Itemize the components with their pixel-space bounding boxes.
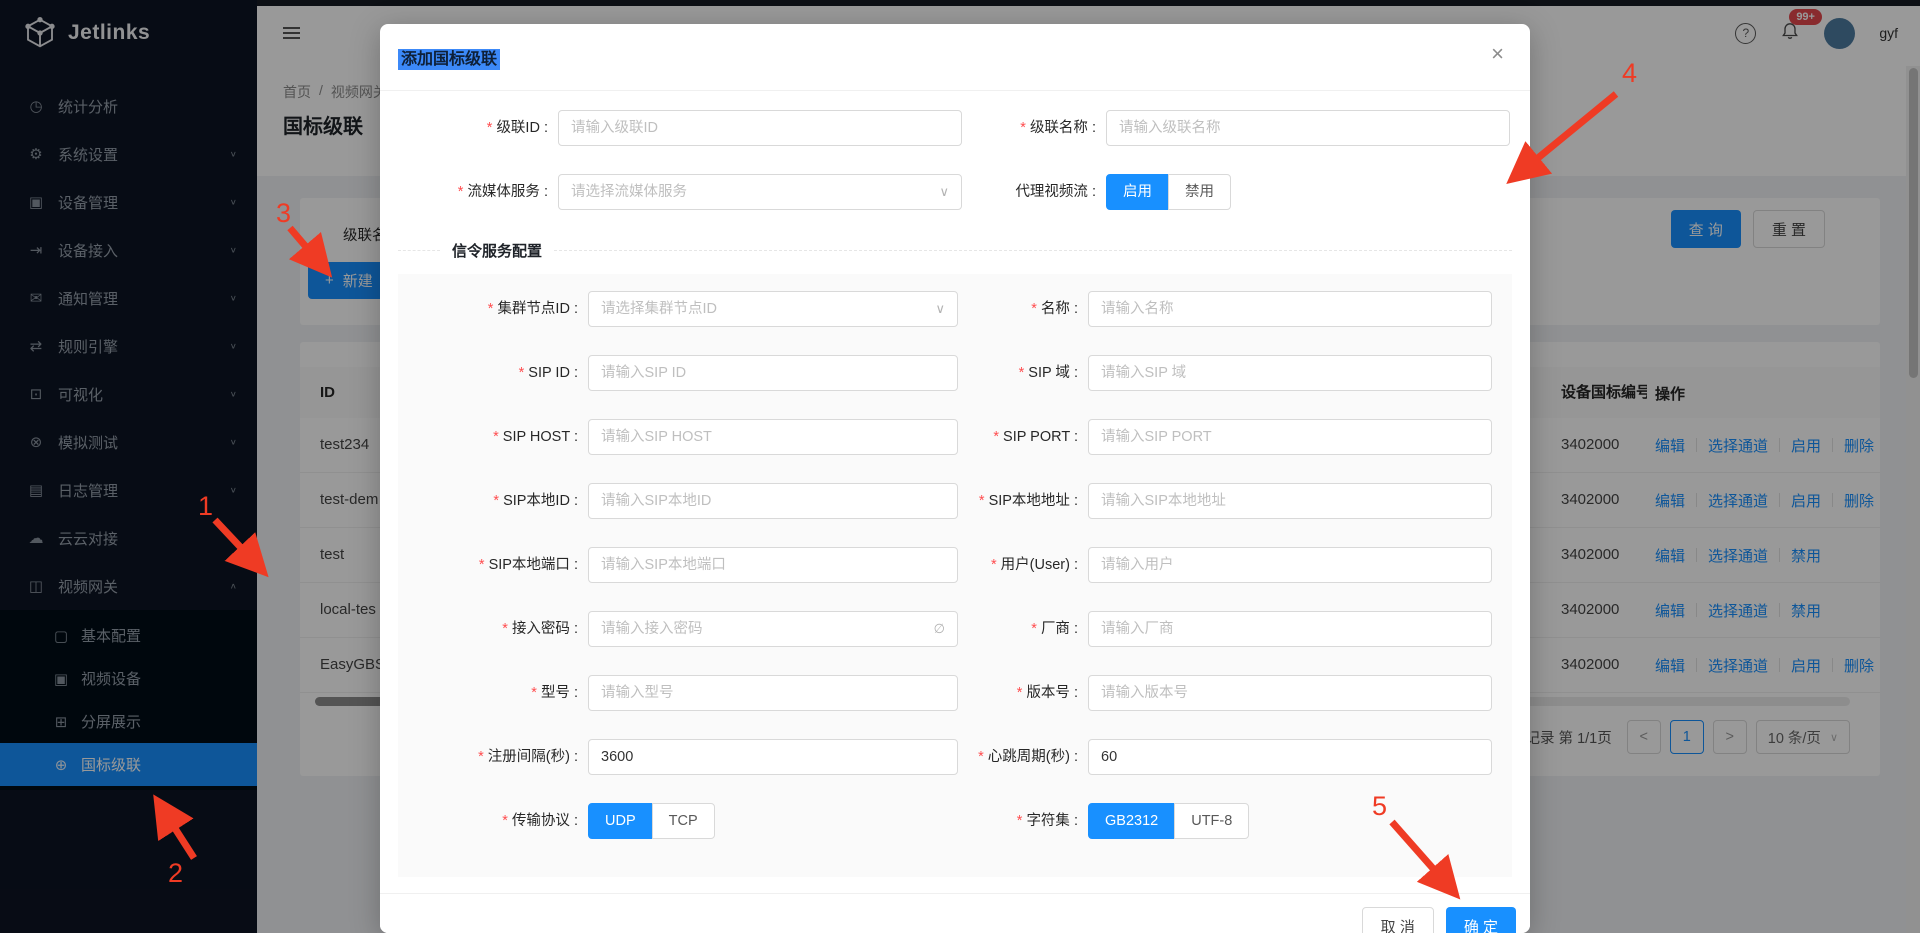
input-field[interactable]: 请输入用户: [1088, 547, 1492, 583]
field-label: 型号: [398, 675, 578, 711]
input-field[interactable]: 请输入SIP本地地址: [1088, 483, 1492, 519]
input-field[interactable]: 60: [1088, 739, 1492, 775]
input-field[interactable]: 请输入SIP 域: [1088, 355, 1492, 391]
form-row: 集群节点ID 请选择集群节点ID ∨ 名称 请输入名称: [398, 291, 1512, 327]
field-placeholder: 请输入SIP HOST: [601, 429, 712, 445]
field-placeholder: 请输入厂商: [1101, 621, 1174, 637]
form-row: 注册间隔(秒) 3600 心跳周期(秒) 60: [398, 739, 1512, 775]
field-label: SIP PORT: [968, 419, 1078, 455]
section-divider: 信令服务配置: [398, 238, 1512, 262]
modal-footer: 取 消 确 定: [380, 893, 1530, 933]
radio-option[interactable]: TCP: [652, 803, 715, 839]
cancel-button[interactable]: 取 消: [1362, 907, 1434, 933]
form-row: SIP ID 请输入SIP ID SIP 域 请输入SIP 域: [398, 355, 1512, 391]
form-row: 型号 请输入型号 版本号 请输入版本号: [398, 675, 1512, 711]
field-placeholder: 请输入SIP本地地址: [1101, 493, 1226, 509]
field-label: 代理视频流: [972, 174, 1096, 210]
field-placeholder: 请输入接入密码: [601, 621, 703, 637]
input-field[interactable]: 请输入型号: [588, 675, 958, 711]
field-placeholder: 请输入SIP本地ID: [601, 493, 711, 509]
field-value: 3600: [601, 749, 633, 765]
field-label: SIP本地ID: [398, 483, 578, 519]
confirm-button[interactable]: 确 定: [1446, 907, 1516, 933]
input-field[interactable]: 请输入版本号: [1088, 675, 1492, 711]
field-label: SIP HOST: [398, 419, 578, 455]
field-label: 级联ID: [398, 110, 548, 146]
field-label: SIP本地地址: [968, 483, 1078, 519]
field-label: 接入密码: [398, 611, 578, 647]
field-label: 字符集: [968, 803, 1078, 839]
field-placeholder: 请输入SIP ID: [601, 365, 686, 381]
field-placeholder: 请输入SIP PORT: [1101, 429, 1212, 445]
close-icon[interactable]: ×: [1491, 41, 1504, 67]
input-field[interactable]: 请输入SIP HOST: [588, 419, 958, 455]
field-placeholder: 请输入级联名称: [1119, 120, 1221, 136]
signaling-config-panel: 集群节点ID请选择集群节点ID∨名称请输入名称SIP ID请输入SIP IDSI…: [398, 274, 1512, 877]
modal-header: 添加国标级联 ×: [380, 24, 1530, 91]
form-row: SIP HOST 请输入SIP HOST SIP PORT 请输入SIP PORT: [398, 419, 1512, 455]
input-field[interactable]: 请输入级联ID: [558, 110, 962, 146]
field-placeholder: 请输入SIP 域: [1101, 365, 1186, 381]
field-label: SIP 域: [968, 355, 1078, 391]
field-label: 注册间隔(秒): [398, 739, 578, 775]
add-cascade-modal: 添加国标级联 × 级联ID请输入级联ID级联名称请输入级联名称流媒体服务请选择流…: [380, 24, 1530, 933]
form-row: 传输协议 UDPTCP 字符集 GB2312UTF-8: [398, 803, 1512, 839]
field-label: 传输协议: [398, 803, 578, 839]
input-field[interactable]: 请输入SIP PORT: [1088, 419, 1492, 455]
field-label: 名称: [968, 291, 1078, 327]
input-field[interactable]: 请输入名称: [1088, 291, 1492, 327]
input-field[interactable]: 请输入SIP本地ID: [588, 483, 958, 519]
field-placeholder: 请选择集群节点ID: [601, 301, 717, 317]
modal-top-rows: 级联ID 请输入级联ID 级联名称 请输入级联名称流媒体服务 请选择流媒体服务 ∨ 代理视频…: [398, 110, 1512, 210]
chevron-down-icon: ∨: [939, 175, 949, 209]
field-label: SIP本地端口: [398, 547, 578, 583]
field-label: 心跳周期(秒): [968, 739, 1078, 775]
select-field[interactable]: 请选择流媒体服务 ∨: [558, 174, 962, 210]
radio-option[interactable]: UTF-8: [1174, 803, 1249, 839]
form-row: SIP本地端口 请输入SIP本地端口 用户(User) 请输入用户: [398, 547, 1512, 583]
radio-option[interactable]: GB2312: [1088, 803, 1175, 839]
form-row: 接入密码 请输入接入密码 ∅ 厂商 请输入厂商: [398, 611, 1512, 647]
field-value: 60: [1101, 749, 1117, 765]
input-field[interactable]: 请输入SIP ID: [588, 355, 958, 391]
input-field[interactable]: 请输入SIP本地端口: [588, 547, 958, 583]
field-label: 版本号: [968, 675, 1078, 711]
modal-title: 添加国标级联: [398, 45, 500, 69]
field-placeholder: 请输入名称: [1101, 301, 1174, 317]
field-label: 级联名称: [972, 110, 1096, 146]
field-placeholder: 请输入用户: [1101, 557, 1174, 573]
field-label: 厂商: [968, 611, 1078, 647]
radio-option[interactable]: UDP: [588, 803, 653, 839]
form-row: 级联ID 请输入级联ID 级联名称 请输入级联名称: [398, 110, 1512, 146]
form-row: SIP本地ID 请输入SIP本地ID SIP本地地址 请输入SIP本地地址: [398, 483, 1512, 519]
field-label: 用户(User): [968, 547, 1078, 583]
field-label: 流媒体服务: [398, 174, 548, 210]
chevron-down-icon: ∨: [935, 292, 945, 326]
form-row: 流媒体服务 请选择流媒体服务 ∨ 代理视频流启用禁用: [398, 174, 1512, 210]
radio-group[interactable]: UDPTCP: [588, 803, 958, 839]
field-label: SIP ID: [398, 355, 578, 391]
eye-invisible-icon[interactable]: ∅: [934, 612, 945, 646]
radio-option[interactable]: 禁用: [1168, 174, 1231, 210]
field-placeholder: 请输入SIP本地端口: [601, 557, 726, 573]
input-field[interactable]: 请输入接入密码 ∅: [588, 611, 958, 647]
app-root: Jetlinks ◷统计分析⚙系统设置∨▣设备管理∨⇥设备接入∨✉通知管理∨⇄规…: [0, 0, 1920, 933]
input-field[interactable]: 请输入级联名称: [1106, 110, 1510, 146]
modal-body: 级联ID 请输入级联ID 级联名称 请输入级联名称流媒体服务 请选择流媒体服务 ∨ 代理视频…: [380, 91, 1530, 877]
section-title: 信令服务配置: [440, 240, 554, 261]
radio-group[interactable]: 启用禁用: [1106, 174, 1510, 210]
field-placeholder: 请输入级联ID: [571, 120, 658, 136]
radio-option[interactable]: 启用: [1106, 174, 1169, 210]
input-field[interactable]: 3600: [588, 739, 958, 775]
radio-group[interactable]: GB2312UTF-8: [1088, 803, 1492, 839]
field-placeholder: 请选择流媒体服务: [571, 184, 687, 200]
input-field[interactable]: 请输入厂商: [1088, 611, 1492, 647]
field-placeholder: 请输入版本号: [1101, 685, 1188, 701]
field-placeholder: 请输入型号: [601, 685, 674, 701]
select-field[interactable]: 请选择集群节点ID ∨: [588, 291, 958, 327]
field-label: 集群节点ID: [398, 291, 578, 327]
